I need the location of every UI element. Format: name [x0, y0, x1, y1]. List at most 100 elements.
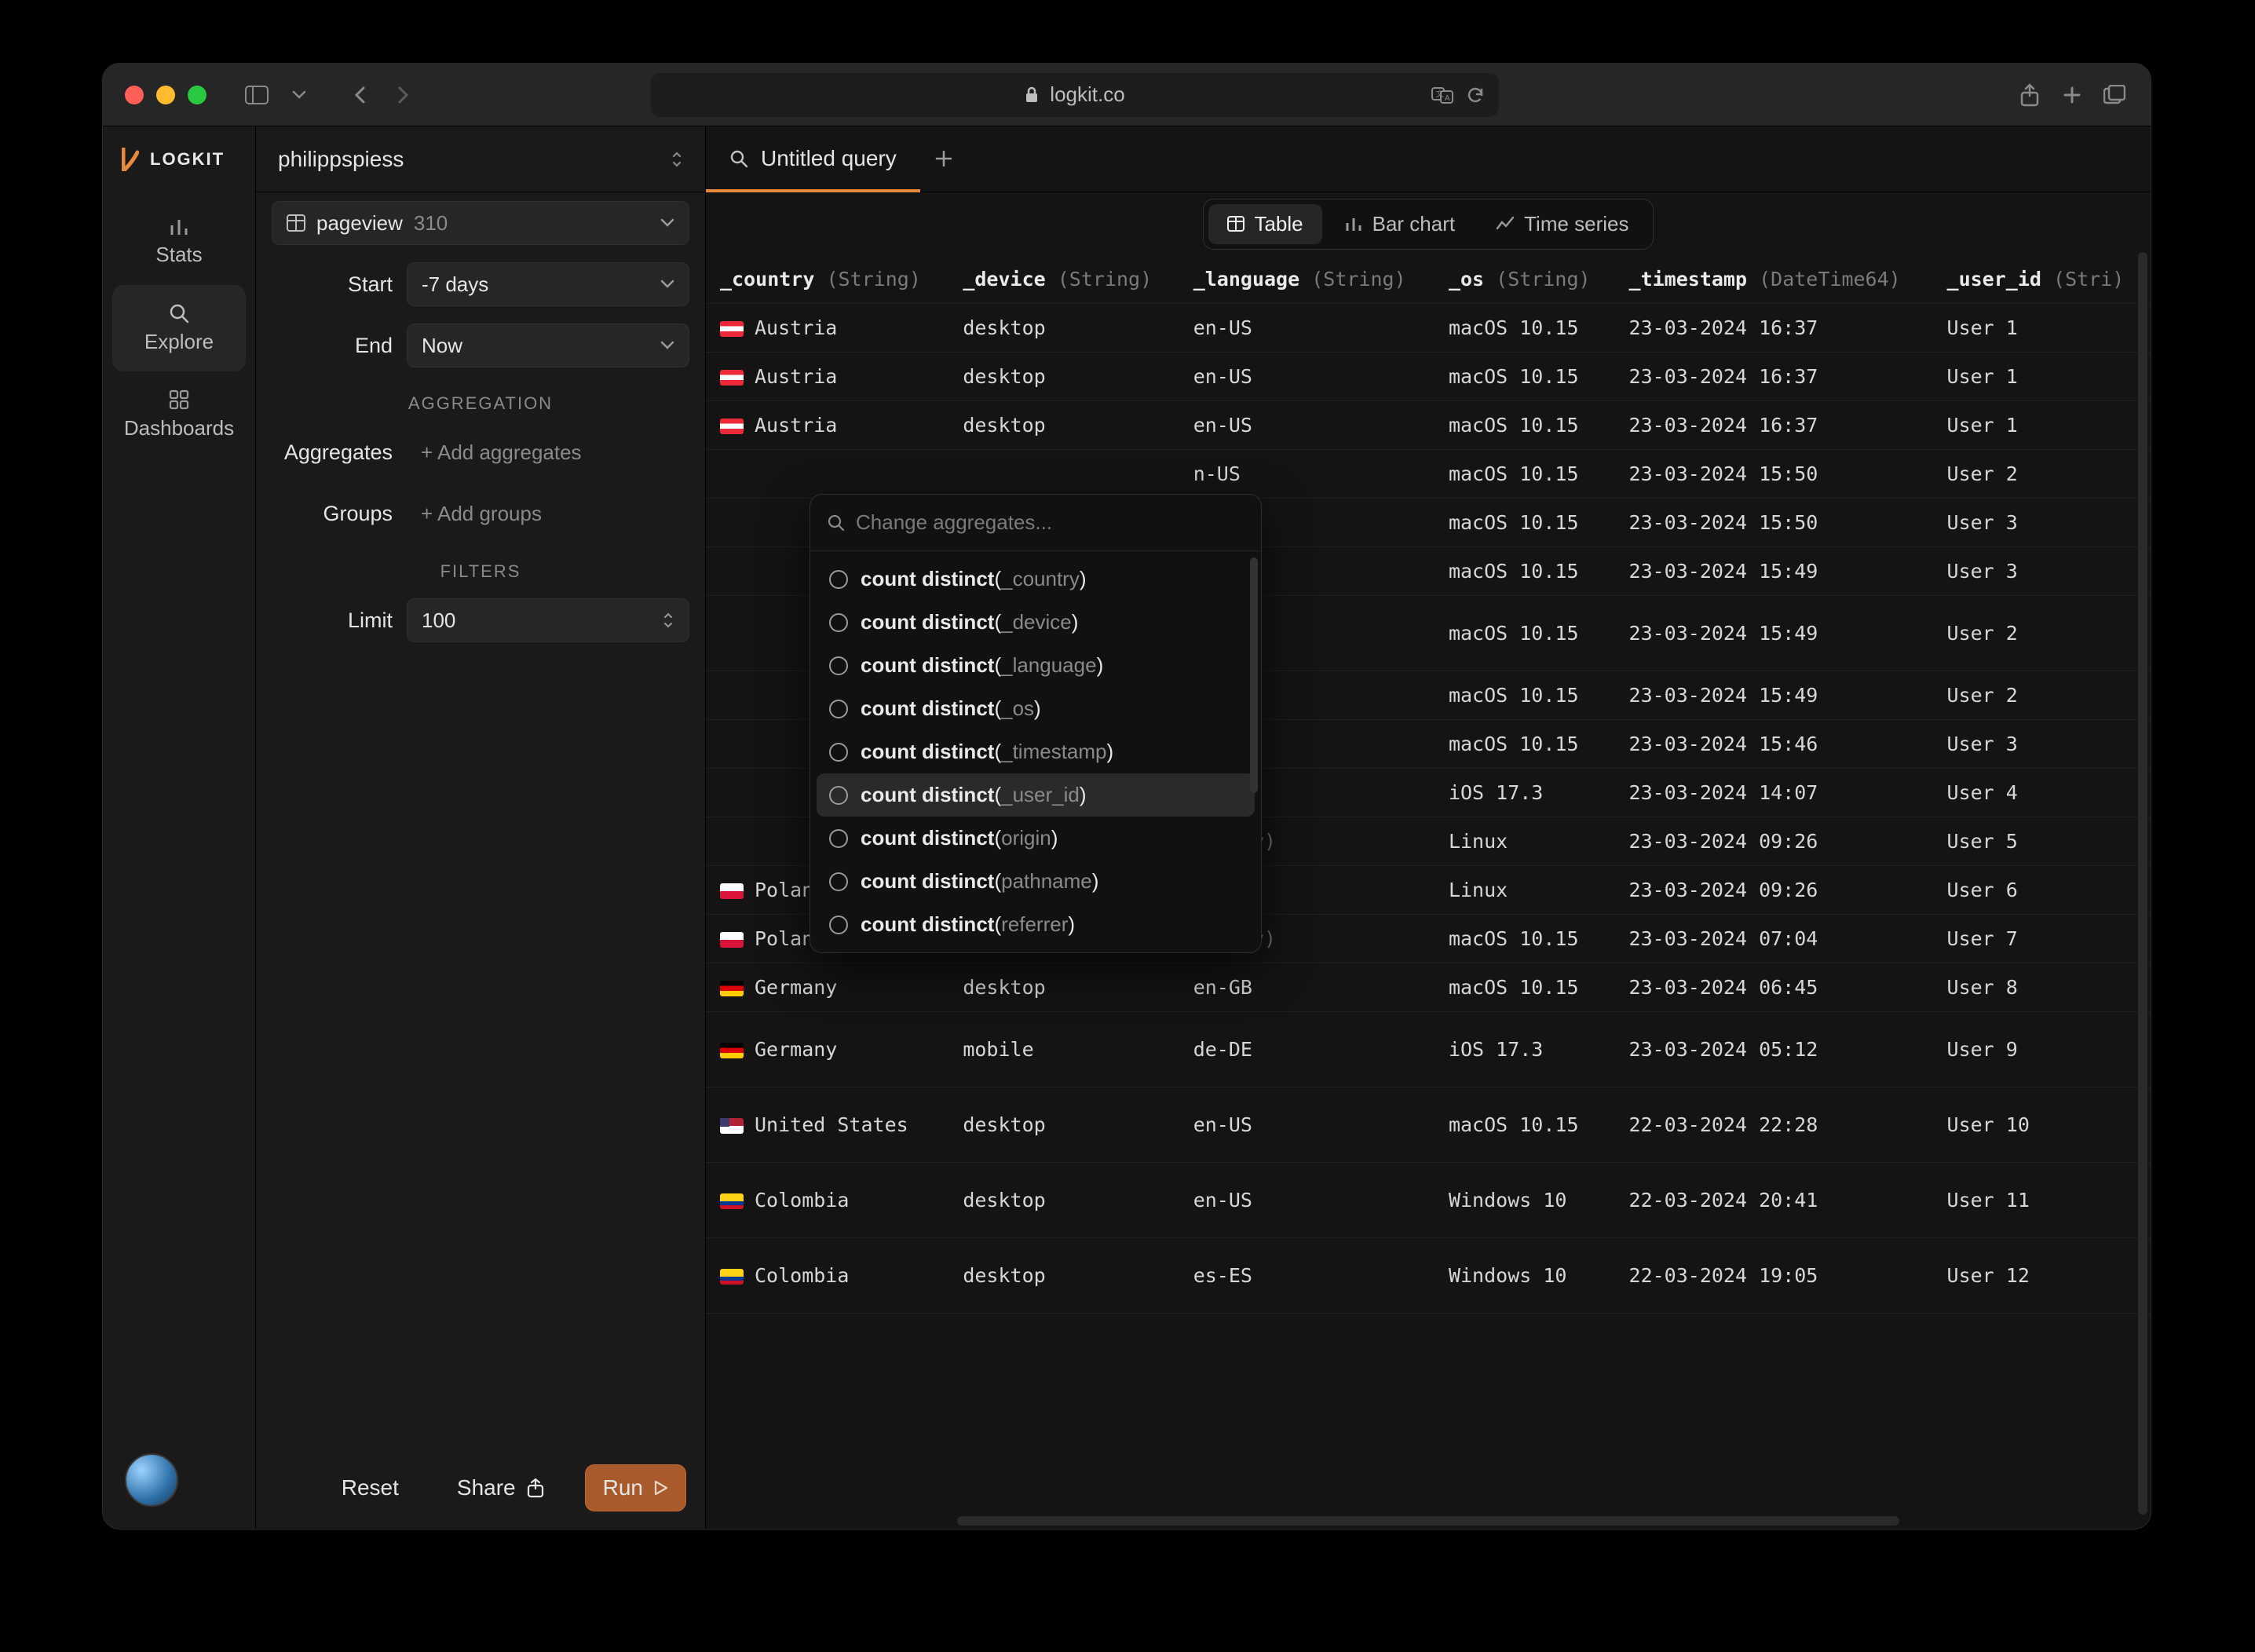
sidebar-item-dashboards[interactable]: Dashboards	[112, 371, 246, 458]
cell-os: macOS 10.15	[1435, 304, 1615, 353]
svg-text:文: 文	[1436, 89, 1444, 99]
aggregate-option[interactable]: count distinct(_user_id)	[817, 773, 1255, 817]
table-selector[interactable]: pageview 310	[272, 201, 689, 245]
aggregate-arg: pathname	[1001, 869, 1092, 893]
viz-label: Time series	[1524, 212, 1628, 236]
aggregate-option[interactable]: count distinct(referrer)	[817, 903, 1255, 946]
start-field[interactable]: -7 days	[407, 262, 689, 306]
popover-search	[810, 495, 1261, 551]
column-type: (String)	[1058, 268, 1152, 291]
run-button[interactable]: Run	[585, 1464, 686, 1511]
share-button[interactable]: Share	[440, 1464, 561, 1511]
vertical-scrollbar[interactable]	[2138, 252, 2147, 1515]
reset-button[interactable]: Reset	[324, 1464, 416, 1511]
horizontal-scrollbar[interactable]	[957, 1516, 1899, 1526]
radio-icon	[829, 743, 848, 762]
radio-icon	[829, 700, 848, 718]
cell-os: macOS 10.15	[1435, 353, 1615, 401]
table-row[interactable]: Colombiadesktopen-USWindows 1022-03-2024…	[706, 1163, 2151, 1238]
sidebar-item-stats[interactable]: Stats	[112, 199, 246, 285]
aggregate-arg: _user_id	[1001, 783, 1080, 806]
limit-value: 100	[422, 609, 455, 633]
dashboard-icon	[169, 389, 189, 410]
limit-field[interactable]: 100	[407, 598, 689, 642]
project-selector[interactable]: philippspiess	[256, 126, 705, 192]
stepper-icon[interactable]	[662, 612, 674, 629]
new-tab-button[interactable]	[920, 126, 967, 192]
sidebar-item-explore[interactable]: Explore	[112, 285, 246, 371]
table-row[interactable]: Austriadesktopen-USmacOS 10.1523-03-2024…	[706, 401, 2151, 450]
column-header[interactable]: _device (String)	[948, 255, 1179, 304]
chevron-down-icon	[660, 280, 674, 289]
sidebar-toggle-icon[interactable]	[243, 81, 271, 109]
fullscreen-window-button[interactable]	[188, 86, 206, 104]
share-icon[interactable]	[2016, 81, 2044, 109]
radio-icon	[829, 786, 848, 805]
column-name: _device	[963, 268, 1045, 291]
limit-label: Limit	[272, 609, 407, 633]
titlebar-chevron-down-icon[interactable]	[285, 81, 313, 109]
column-header[interactable]: _timestamp (DateTime64)	[1615, 255, 1933, 304]
aggregate-option[interactable]: count distinct(_timestamp)	[817, 730, 1255, 773]
new-tab-icon[interactable]	[2058, 81, 2086, 109]
table-row[interactable]: Austriadesktopen-USmacOS 10.1523-03-2024…	[706, 304, 2151, 353]
column-header[interactable]: _user_id (Stri)	[1933, 255, 2151, 304]
flag-icon	[720, 1118, 744, 1134]
viz-time-series[interactable]: Time series	[1477, 204, 1647, 244]
cell-user-id: User 12	[1933, 1238, 2151, 1314]
aggregate-option[interactable]: count distinct(_language)	[817, 644, 1255, 687]
flag-icon	[720, 981, 744, 996]
reload-icon[interactable]	[1466, 86, 1485, 104]
tab-label: Untitled query	[761, 146, 897, 171]
table-row[interactable]: Austriadesktopen-USmacOS 10.1523-03-2024…	[706, 353, 2151, 401]
viz-table[interactable]: Table	[1208, 204, 1321, 244]
cell-country	[706, 450, 948, 499]
cell-user-id: User 1	[1933, 304, 2151, 353]
aggregate-option[interactable]: count distinct(pathname)	[817, 860, 1255, 903]
popover-search-input[interactable]	[856, 510, 1244, 535]
cell-os: Windows 10	[1435, 1238, 1615, 1314]
aggregate-fn: count distinct	[861, 653, 994, 677]
cell-timestamp: 23-03-2024 15:46	[1615, 720, 1933, 769]
aggregate-option[interactable]: count distinct(_country)	[817, 557, 1255, 601]
cell-os: macOS 10.15	[1435, 547, 1615, 596]
cell-os: macOS 10.15	[1435, 1087, 1615, 1163]
cell-os: Windows 10	[1435, 1163, 1615, 1238]
aggregate-arg: referrer	[1001, 912, 1068, 936]
cell-country: Germany	[706, 1012, 948, 1087]
column-header[interactable]: _country (String)	[706, 255, 948, 304]
table-row[interactable]: United Statesdesktopen-USmacOS 10.1522-0…	[706, 1087, 2151, 1163]
add-groups-button[interactable]: + Add groups	[407, 492, 689, 535]
table-row[interactable]: Germanymobilede-DEiOS 17.323-03-2024 05:…	[706, 1012, 2151, 1087]
avatar[interactable]	[125, 1453, 178, 1507]
lock-icon	[1025, 86, 1039, 104]
table-row[interactable]: Germanydesktopen-GBmacOS 10.1523-03-2024…	[706, 963, 2151, 1012]
popover-scrollbar[interactable]	[1250, 557, 1258, 793]
nav-back-button[interactable]	[346, 81, 375, 109]
translate-icon[interactable]: 文A	[1431, 86, 1455, 104]
aggregate-option[interactable]: count distinct(origin)	[817, 817, 1255, 860]
filters-header: FILTERS	[256, 544, 705, 590]
cell-timestamp: 23-03-2024 07:04	[1615, 915, 1933, 963]
close-window-button[interactable]	[125, 86, 144, 104]
search-icon	[729, 149, 748, 168]
aggregates-label: Aggregates	[272, 440, 407, 465]
address-bar[interactable]: logkit.co 文A	[651, 73, 1499, 117]
tab-untitled-query[interactable]: Untitled query	[706, 126, 920, 192]
table-row[interactable]: Colombiadesktopes-ESWindows 1022-03-2024…	[706, 1238, 2151, 1314]
aggregate-option[interactable]: count distinct(_os)	[817, 687, 1255, 730]
cell-language: en-US	[1179, 401, 1435, 450]
cell-user-id: User 10	[1933, 1087, 2151, 1163]
column-header[interactable]: _os (String)	[1435, 255, 1615, 304]
aggregate-option[interactable]: count distinct(_device)	[817, 601, 1255, 644]
viz-bar-chart[interactable]: Bar chart	[1325, 204, 1475, 244]
nav-forward-button[interactable]	[389, 81, 417, 109]
table-row[interactable]: n-USmacOS 10.1523-03-2024 15:50User 2	[706, 450, 2151, 499]
cell-user-id: User 2	[1933, 596, 2151, 671]
end-field[interactable]: Now	[407, 323, 689, 367]
tabs-overview-icon[interactable]	[2100, 81, 2129, 109]
add-aggregates-button[interactable]: + Add aggregates	[407, 430, 689, 474]
column-header[interactable]: _language (String)	[1179, 255, 1435, 304]
minimize-window-button[interactable]	[156, 86, 175, 104]
cell-timestamp: 23-03-2024 14:07	[1615, 769, 1933, 817]
